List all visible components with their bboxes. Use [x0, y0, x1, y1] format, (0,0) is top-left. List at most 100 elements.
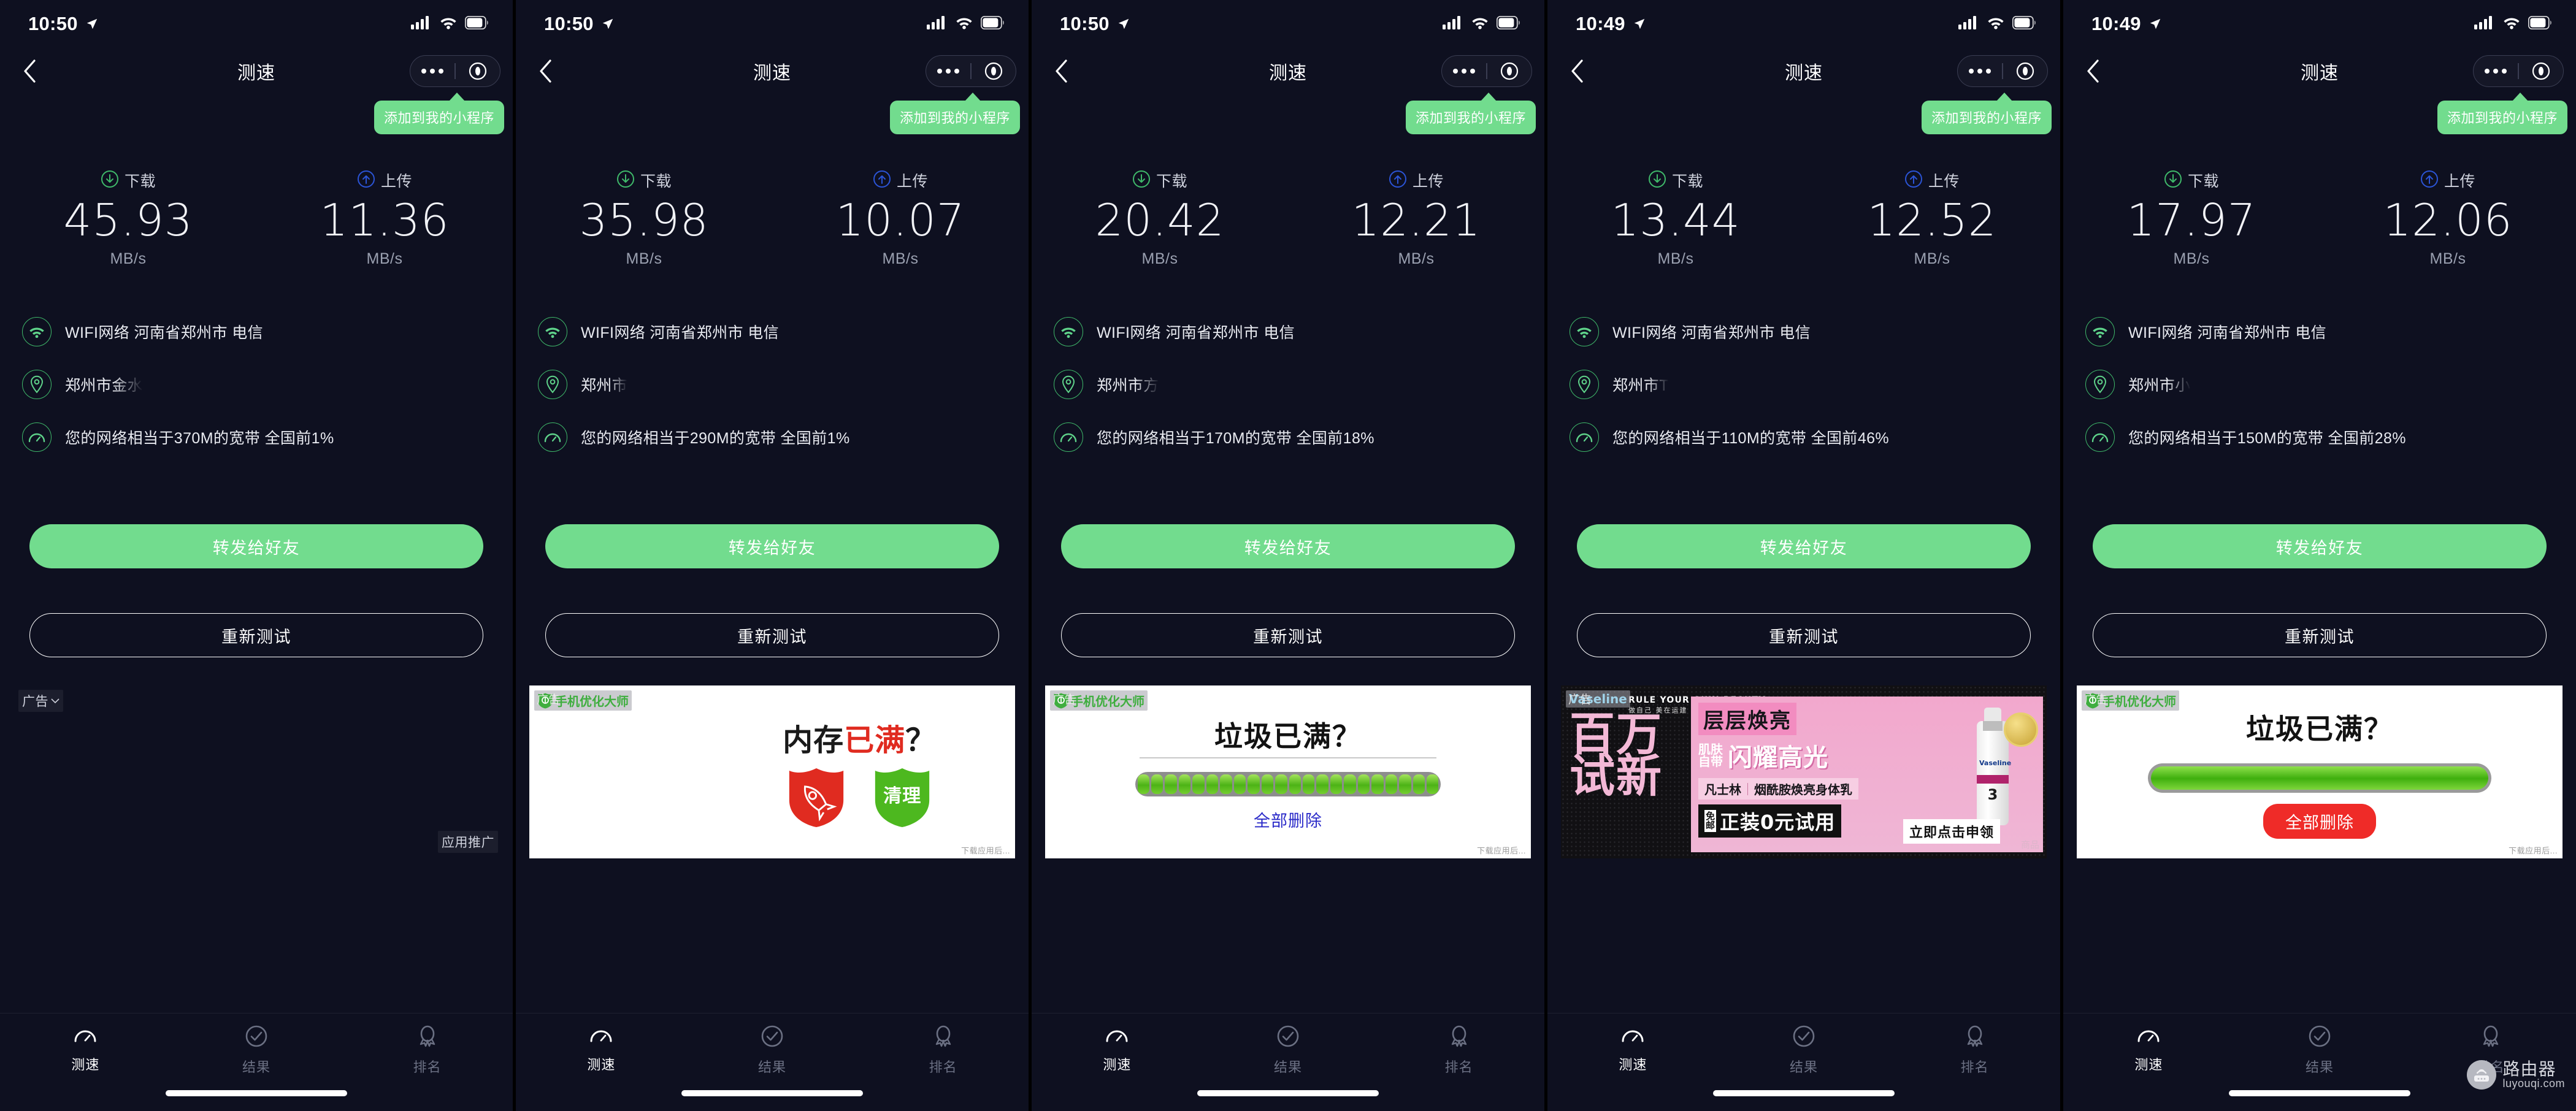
- back-button[interactable]: [1565, 58, 1589, 85]
- phone-panel-2: 10:50 测速 添加到我的小程序 下载 35.98 MB/s 上传 10.07…: [516, 0, 1029, 1111]
- add-to-miniprogram-tooltip[interactable]: 添加到我的小程序: [374, 93, 504, 134]
- ad-banner-memory[interactable]: 手机优化大师 广告 内存已满？ 清理 下载应用后...: [529, 685, 1015, 858]
- ad-footer-note: 下载应用后...: [2509, 846, 2558, 855]
- tab-results[interactable]: 结果: [2234, 1025, 2405, 1076]
- download-value: 17.97: [2126, 194, 2256, 246]
- info-rows: WIFI网络 河南省郑州市 电信 郑州市 您的网络相当于290M的宽带 全国前1…: [516, 305, 1029, 464]
- share-to-friends-button[interactable]: 转发给好友: [1061, 524, 1515, 568]
- phone-panel-1: 10:50 测速 添加到我的小程序 下载 45.93 MB/s 上传 11.36…: [0, 0, 513, 1111]
- upload-unit: MB/s: [1398, 250, 1435, 267]
- ad-cta-button[interactable]: 立即点击申领: [1903, 819, 2000, 844]
- share-to-friends-button[interactable]: 转发给好友: [2093, 524, 2547, 568]
- ad-left-headline-bottom: 试新: [1570, 750, 1663, 803]
- ad-shield-icons: 清理: [711, 767, 1008, 828]
- battery-icon: [2528, 15, 2553, 32]
- medal-icon: [416, 1025, 439, 1051]
- add-to-miniprogram-tooltip[interactable]: 添加到我的小程序: [2437, 93, 2567, 134]
- back-button[interactable]: [1049, 58, 1073, 85]
- bottom-tab-bar: 测速 结果 排名: [0, 1013, 513, 1111]
- upload-head: 上传: [1288, 169, 1544, 191]
- add-to-miniprogram-tooltip[interactable]: 添加到我的小程序: [889, 93, 1020, 134]
- back-button[interactable]: [17, 58, 42, 85]
- ad-disclosure-overlay: 广告: [1052, 693, 1076, 706]
- speed-readouts: 下载 17.97 MB/s 上传 12.06 MB/s: [2063, 169, 2576, 268]
- close-miniprogram-button[interactable]: [456, 62, 500, 80]
- ad-tag-1: 凡士林: [1704, 782, 1741, 797]
- app-promotion-label[interactable]: 应用推广: [438, 831, 498, 853]
- retest-button[interactable]: 重新测试: [2093, 613, 2547, 657]
- tab-results[interactable]: 结果: [1719, 1025, 1890, 1076]
- medal-icon: [2479, 1025, 2502, 1051]
- share-to-friends-button[interactable]: 转发给好友: [545, 524, 999, 568]
- tab-results[interactable]: 结果: [171, 1025, 342, 1076]
- share-to-friends-button[interactable]: 转发给好友: [1577, 524, 2031, 568]
- more-menu-button[interactable]: [926, 69, 970, 74]
- retest-button[interactable]: 重新测试: [1061, 613, 1515, 657]
- more-menu-button[interactable]: [2474, 69, 2518, 74]
- status-bar: 10:50: [1032, 0, 1544, 48]
- info-row-location: 郑州市: [516, 358, 1029, 411]
- tab-results[interactable]: 结果: [1203, 1025, 1374, 1076]
- status-time: 10:50: [28, 13, 78, 34]
- download-arrow-icon: [616, 170, 635, 191]
- cellular-signal-icon: [411, 15, 432, 33]
- info-rows: WIFI网络 河南省郑州市 电信 郑州市T 您的网络相当于110M的宽带 全国前…: [1547, 305, 2060, 464]
- close-miniprogram-button[interactable]: [2519, 62, 2563, 80]
- tab-speedtest[interactable]: 测速: [1032, 1025, 1203, 1074]
- tab-speedtest-label: 测速: [1103, 1057, 1132, 1072]
- bandwidth-text: 您的网络相当于110M的宽带 全国前46%: [1612, 430, 1890, 447]
- share-to-friends-button[interactable]: 转发给好友: [29, 524, 483, 568]
- close-miniprogram-button[interactable]: [2003, 62, 2047, 80]
- add-to-miniprogram-tooltip[interactable]: 添加到我的小程序: [1405, 93, 1536, 134]
- info-rows: WIFI网络 河南省郑州市 电信 郑州市小 您的网络相当于150M的宽带 全国前…: [2063, 305, 2576, 464]
- tab-speedtest[interactable]: 测速: [516, 1025, 687, 1074]
- wifi-circle-icon: [538, 317, 567, 346]
- ad-headline-red: 已满: [844, 722, 906, 758]
- wifi-circle-icon: [22, 317, 52, 346]
- close-miniprogram-button[interactable]: [1487, 62, 1531, 80]
- close-miniprogram-button[interactable]: [972, 62, 1016, 80]
- upload-arrow-icon: [873, 170, 891, 191]
- more-menu-button[interactable]: [410, 69, 454, 74]
- retest-button[interactable]: 重新测试: [29, 613, 483, 657]
- ad-banner-beauty[interactable]: Vaseline广告RULE YOUR OWN BEAUTY做自己 美在运建百万…: [1561, 685, 2047, 858]
- map-pin-icon: [1054, 370, 1083, 399]
- tab-speedtest[interactable]: 测速: [0, 1025, 171, 1074]
- location-arrow-icon: [1633, 17, 1646, 31]
- tab-ranking[interactable]: 排名: [342, 1025, 513, 1076]
- ad-banner-junk[interactable]: 手机优化大师 广告 垃圾已满？ 全部删除 下载应用后...: [2077, 685, 2563, 858]
- tab-results[interactable]: 结果: [687, 1025, 858, 1076]
- retest-button[interactable]: 重新测试: [545, 613, 999, 657]
- retest-button[interactable]: 重新测试: [1577, 613, 2031, 657]
- bottom-tab-bar: 测速 结果 排名: [516, 1013, 1029, 1111]
- download-unit: MB/s: [1141, 250, 1178, 267]
- clean-shield-icon: 清理: [873, 767, 932, 828]
- add-to-miniprogram-tooltip[interactable]: 添加到我的小程序: [1921, 93, 2052, 134]
- ad-banner-junk[interactable]: 手机优化大师 广告 垃圾已满？ 全部删除 下载应用后...: [1045, 685, 1531, 858]
- info-row-network: WIFI网络 河南省郑州市 电信: [516, 305, 1029, 358]
- more-menu-button[interactable]: [1442, 69, 1486, 74]
- network-text: WIFI网络 河南省郑州市 电信: [1097, 324, 1295, 342]
- upload-speed-block: 上传 12.06 MB/s: [2320, 169, 2576, 268]
- back-button[interactable]: [2080, 58, 2105, 85]
- back-button[interactable]: [533, 58, 558, 85]
- tab-ranking[interactable]: 排名: [1889, 1025, 2060, 1076]
- battery-icon: [464, 15, 489, 32]
- tab-ranking[interactable]: 排名: [1373, 1025, 1544, 1076]
- download-label: 下载: [1671, 173, 1703, 190]
- speedometer-icon: [1620, 1025, 1645, 1048]
- ad-disclosure-label[interactable]: 广告: [18, 690, 63, 712]
- tab-ranking[interactable]: 排名: [857, 1025, 1029, 1076]
- tab-speedtest[interactable]: 测速: [1547, 1025, 1719, 1074]
- speedometer-circle-icon: [1054, 422, 1083, 452]
- speed-readouts: 下载 13.44 MB/s 上传 12.52 MB/s: [1547, 169, 2060, 268]
- more-menu-button[interactable]: [1958, 69, 2002, 74]
- delete-all-button[interactable]: 全部删除: [2263, 803, 2376, 839]
- delete-all-link[interactable]: 全部删除: [1254, 807, 1322, 831]
- medal-icon: [932, 1025, 955, 1051]
- speedometer-icon: [589, 1025, 613, 1048]
- rocket-shield-icon: [787, 767, 846, 828]
- tab-speedtest[interactable]: 测速: [2063, 1025, 2234, 1074]
- upload-label: 上传: [1412, 173, 1444, 190]
- ad-brand-name: 手机优化大师: [555, 694, 629, 709]
